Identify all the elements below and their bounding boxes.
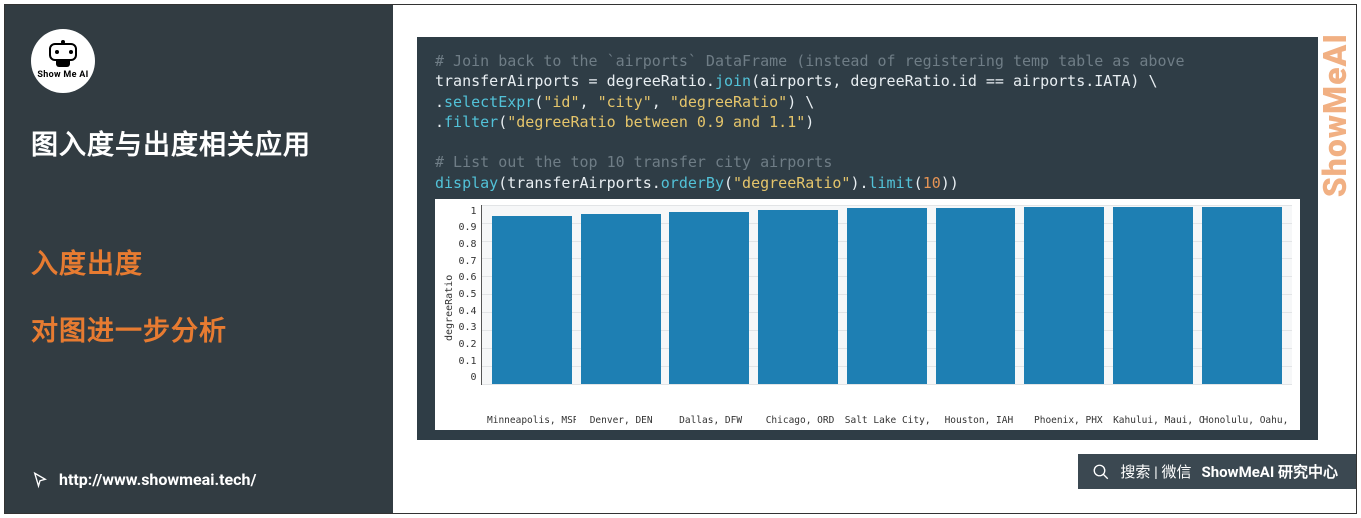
main-panel: # Join back to the `airports` DataFrame …: [393, 5, 1356, 513]
x-tick: Kahului, Maui, OGG: [1113, 411, 1202, 428]
search-label: 搜索 | 微信: [1120, 461, 1191, 482]
search-icon: [1092, 463, 1110, 481]
code-comment-2: # List out the top 10 transfer city airp…: [435, 153, 832, 171]
bar: [1024, 207, 1104, 384]
sidebar: Show Me AI 图入度与出度相关应用 入度出度 对图进一步分析 http:…: [5, 5, 393, 513]
logo: Show Me AI: [31, 29, 95, 93]
bar: [758, 210, 838, 384]
y-tick: 0.5: [459, 288, 477, 302]
slide-frame: Show Me AI 图入度与出度相关应用 入度出度 对图进一步分析 http:…: [4, 4, 1357, 514]
x-tick: Denver, DEN: [576, 411, 665, 428]
bars: [482, 205, 1292, 384]
y-tick: 0.4: [459, 305, 477, 319]
bar: [1113, 207, 1193, 384]
y-tick: 1: [471, 205, 477, 219]
y-axis-label: degreeRatio: [441, 205, 459, 411]
plot-area: [481, 205, 1292, 385]
code-comment-1: # Join back to the `airports` DataFrame …: [435, 52, 1185, 70]
bar: [669, 212, 749, 384]
cursor-icon: [31, 471, 49, 489]
y-tick: 0: [471, 371, 477, 385]
code-block: # Join back to the `airports` DataFrame …: [417, 37, 1318, 440]
y-tick: 0.6: [459, 271, 477, 285]
search-strong: ShowMeAI 研究中心: [1201, 461, 1338, 482]
sidebar-title: 图入度与出度相关应用: [31, 123, 367, 162]
site-link[interactable]: http://www.showmeai.tech/: [31, 470, 256, 489]
x-axis: Minneapolis, MSPDenver, DENDallas, DFWCh…: [487, 411, 1292, 428]
x-tick: Dallas, DFW: [666, 411, 755, 428]
bar: [492, 216, 572, 384]
bar: [847, 208, 927, 383]
watermark: ShowMeAI: [1316, 33, 1354, 197]
y-tick: 0.7: [459, 255, 477, 269]
y-tick: 0.2: [459, 338, 477, 352]
bar-chart: degreeRatio 1 0.9 0.8 0.7 0.6 0.5 0.4 0.3 0.2 0.1…: [435, 199, 1300, 430]
bar: [1202, 207, 1282, 384]
x-tick: Chicago, ORD: [755, 411, 844, 428]
x-tick: Salt Lake City, SLC: [845, 411, 934, 428]
y-tick: 0.1: [459, 355, 477, 369]
bar: [581, 214, 661, 384]
y-tick: 0.3: [459, 321, 477, 335]
bar: [936, 208, 1016, 383]
x-tick: Phoenix, PHX: [1024, 411, 1113, 428]
logo-text: Show Me AI: [37, 70, 88, 80]
highlight-1: 入度出度: [31, 242, 367, 281]
highlight-2: 对图进一步分析: [31, 309, 367, 348]
site-url: http://www.showmeai.tech/: [59, 470, 256, 489]
y-tick: 0.9: [459, 221, 477, 235]
search-bar[interactable]: 搜索 | 微信 ShowMeAI 研究中心: [1078, 454, 1356, 489]
x-tick: Minneapolis, MSP: [487, 411, 576, 428]
y-tick: 0.8: [459, 238, 477, 252]
x-tick: Honolulu, Oahu, HNL: [1203, 411, 1292, 428]
x-tick: Houston, IAH: [934, 411, 1023, 428]
y-axis: 1 0.9 0.8 0.7 0.6 0.5 0.4 0.3 0.2 0.1 0: [459, 205, 481, 385]
